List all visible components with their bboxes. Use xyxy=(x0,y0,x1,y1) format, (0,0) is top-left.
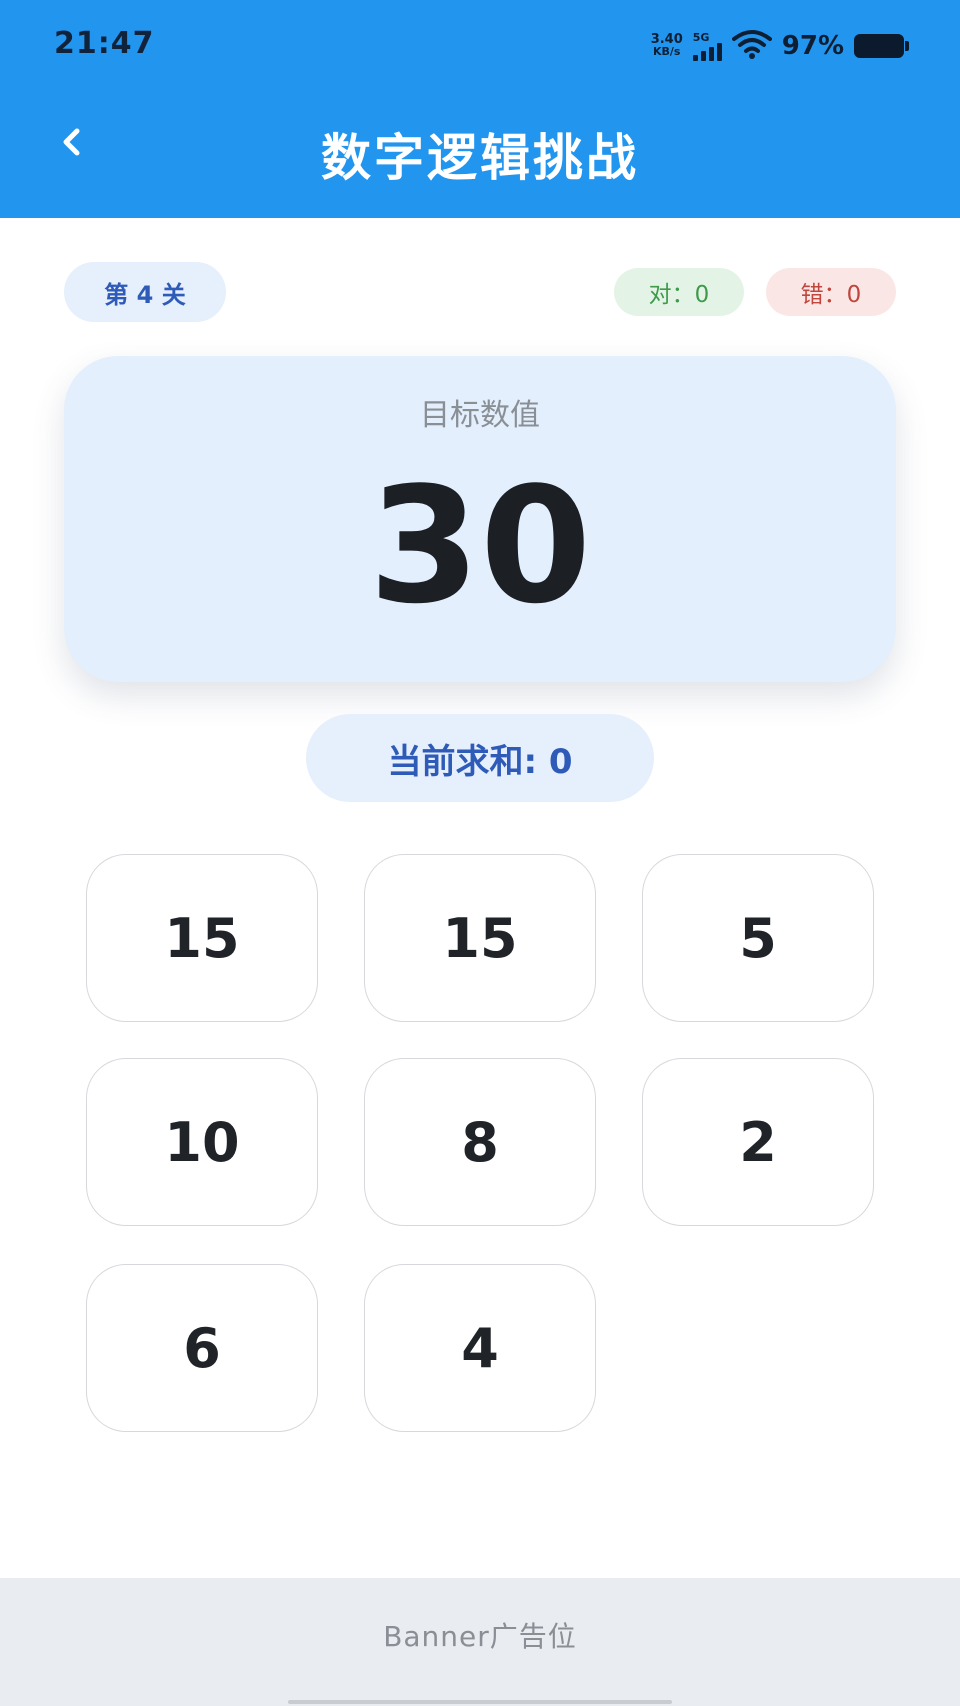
number-tiles-grid: 15 15 5 10 8 2 6 4 xyxy=(0,0,960,1450)
home-indicator[interactable] xyxy=(288,1700,672,1704)
number-tile[interactable]: 4 xyxy=(364,1264,596,1432)
number-tile[interactable]: 5 xyxy=(642,854,874,1022)
number-tile[interactable]: 10 xyxy=(86,1058,318,1226)
banner-ad[interactable]: Banner广告位 xyxy=(0,1578,960,1706)
game-screen: 21:47 3.40 KB/s 5G 97% 数字逻辑挑战 第 4 关 对：0 … xyxy=(0,0,960,1706)
number-tile[interactable]: 6 xyxy=(86,1264,318,1432)
banner-ad-label: Banner广告位 xyxy=(383,1620,577,1653)
number-tile[interactable]: 15 xyxy=(364,854,596,1022)
number-tile[interactable]: 8 xyxy=(364,1058,596,1226)
number-tile[interactable]: 2 xyxy=(642,1058,874,1226)
number-tile[interactable]: 15 xyxy=(86,854,318,1022)
